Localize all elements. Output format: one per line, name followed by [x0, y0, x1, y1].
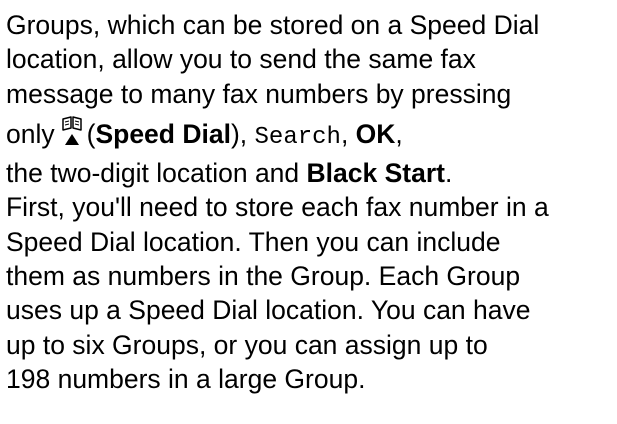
text-line: location, allow you to send the same fax: [6, 44, 476, 75]
text-fragment: .: [444, 158, 453, 189]
text-line: uses up a Speed Dial location. You can h…: [6, 295, 531, 326]
text-line: only (Speed Dial), Search, OK,: [6, 111, 617, 157]
speed-dial-key-label: Speed Dial: [95, 119, 231, 150]
body-paragraph: Groups, which can be stored on a Speed D…: [6, 8, 617, 397]
text-line: 198 numbers in a large Group.: [6, 364, 366, 395]
speed-dial-book-icon: [61, 113, 83, 161]
text-fragment: ),: [230, 119, 255, 150]
text-line: Groups, which can be stored on a Speed D…: [6, 10, 540, 40]
text-line: First, you'll need to store each fax num…: [6, 192, 549, 223]
text-fragment: ,: [340, 119, 356, 150]
text-line: the two-digit location and Black Start.: [6, 157, 617, 190]
text-fragment: the two-digit location and: [6, 158, 307, 189]
text-line: Speed Dial location. Then you can includ…: [6, 226, 501, 257]
text-fragment: only: [6, 119, 55, 150]
black-start-key-label: Black Start: [306, 158, 445, 189]
ok-key-label: OK: [355, 119, 396, 150]
text-line: message to many fax numbers by pressing: [6, 78, 512, 109]
search-display-label: Search: [254, 124, 341, 152]
text-line: up to six Groups, or you can assign up t…: [6, 329, 488, 360]
text-fragment: ,: [395, 119, 403, 150]
text-line: them as numbers in the Group. Each Group: [6, 260, 521, 291]
